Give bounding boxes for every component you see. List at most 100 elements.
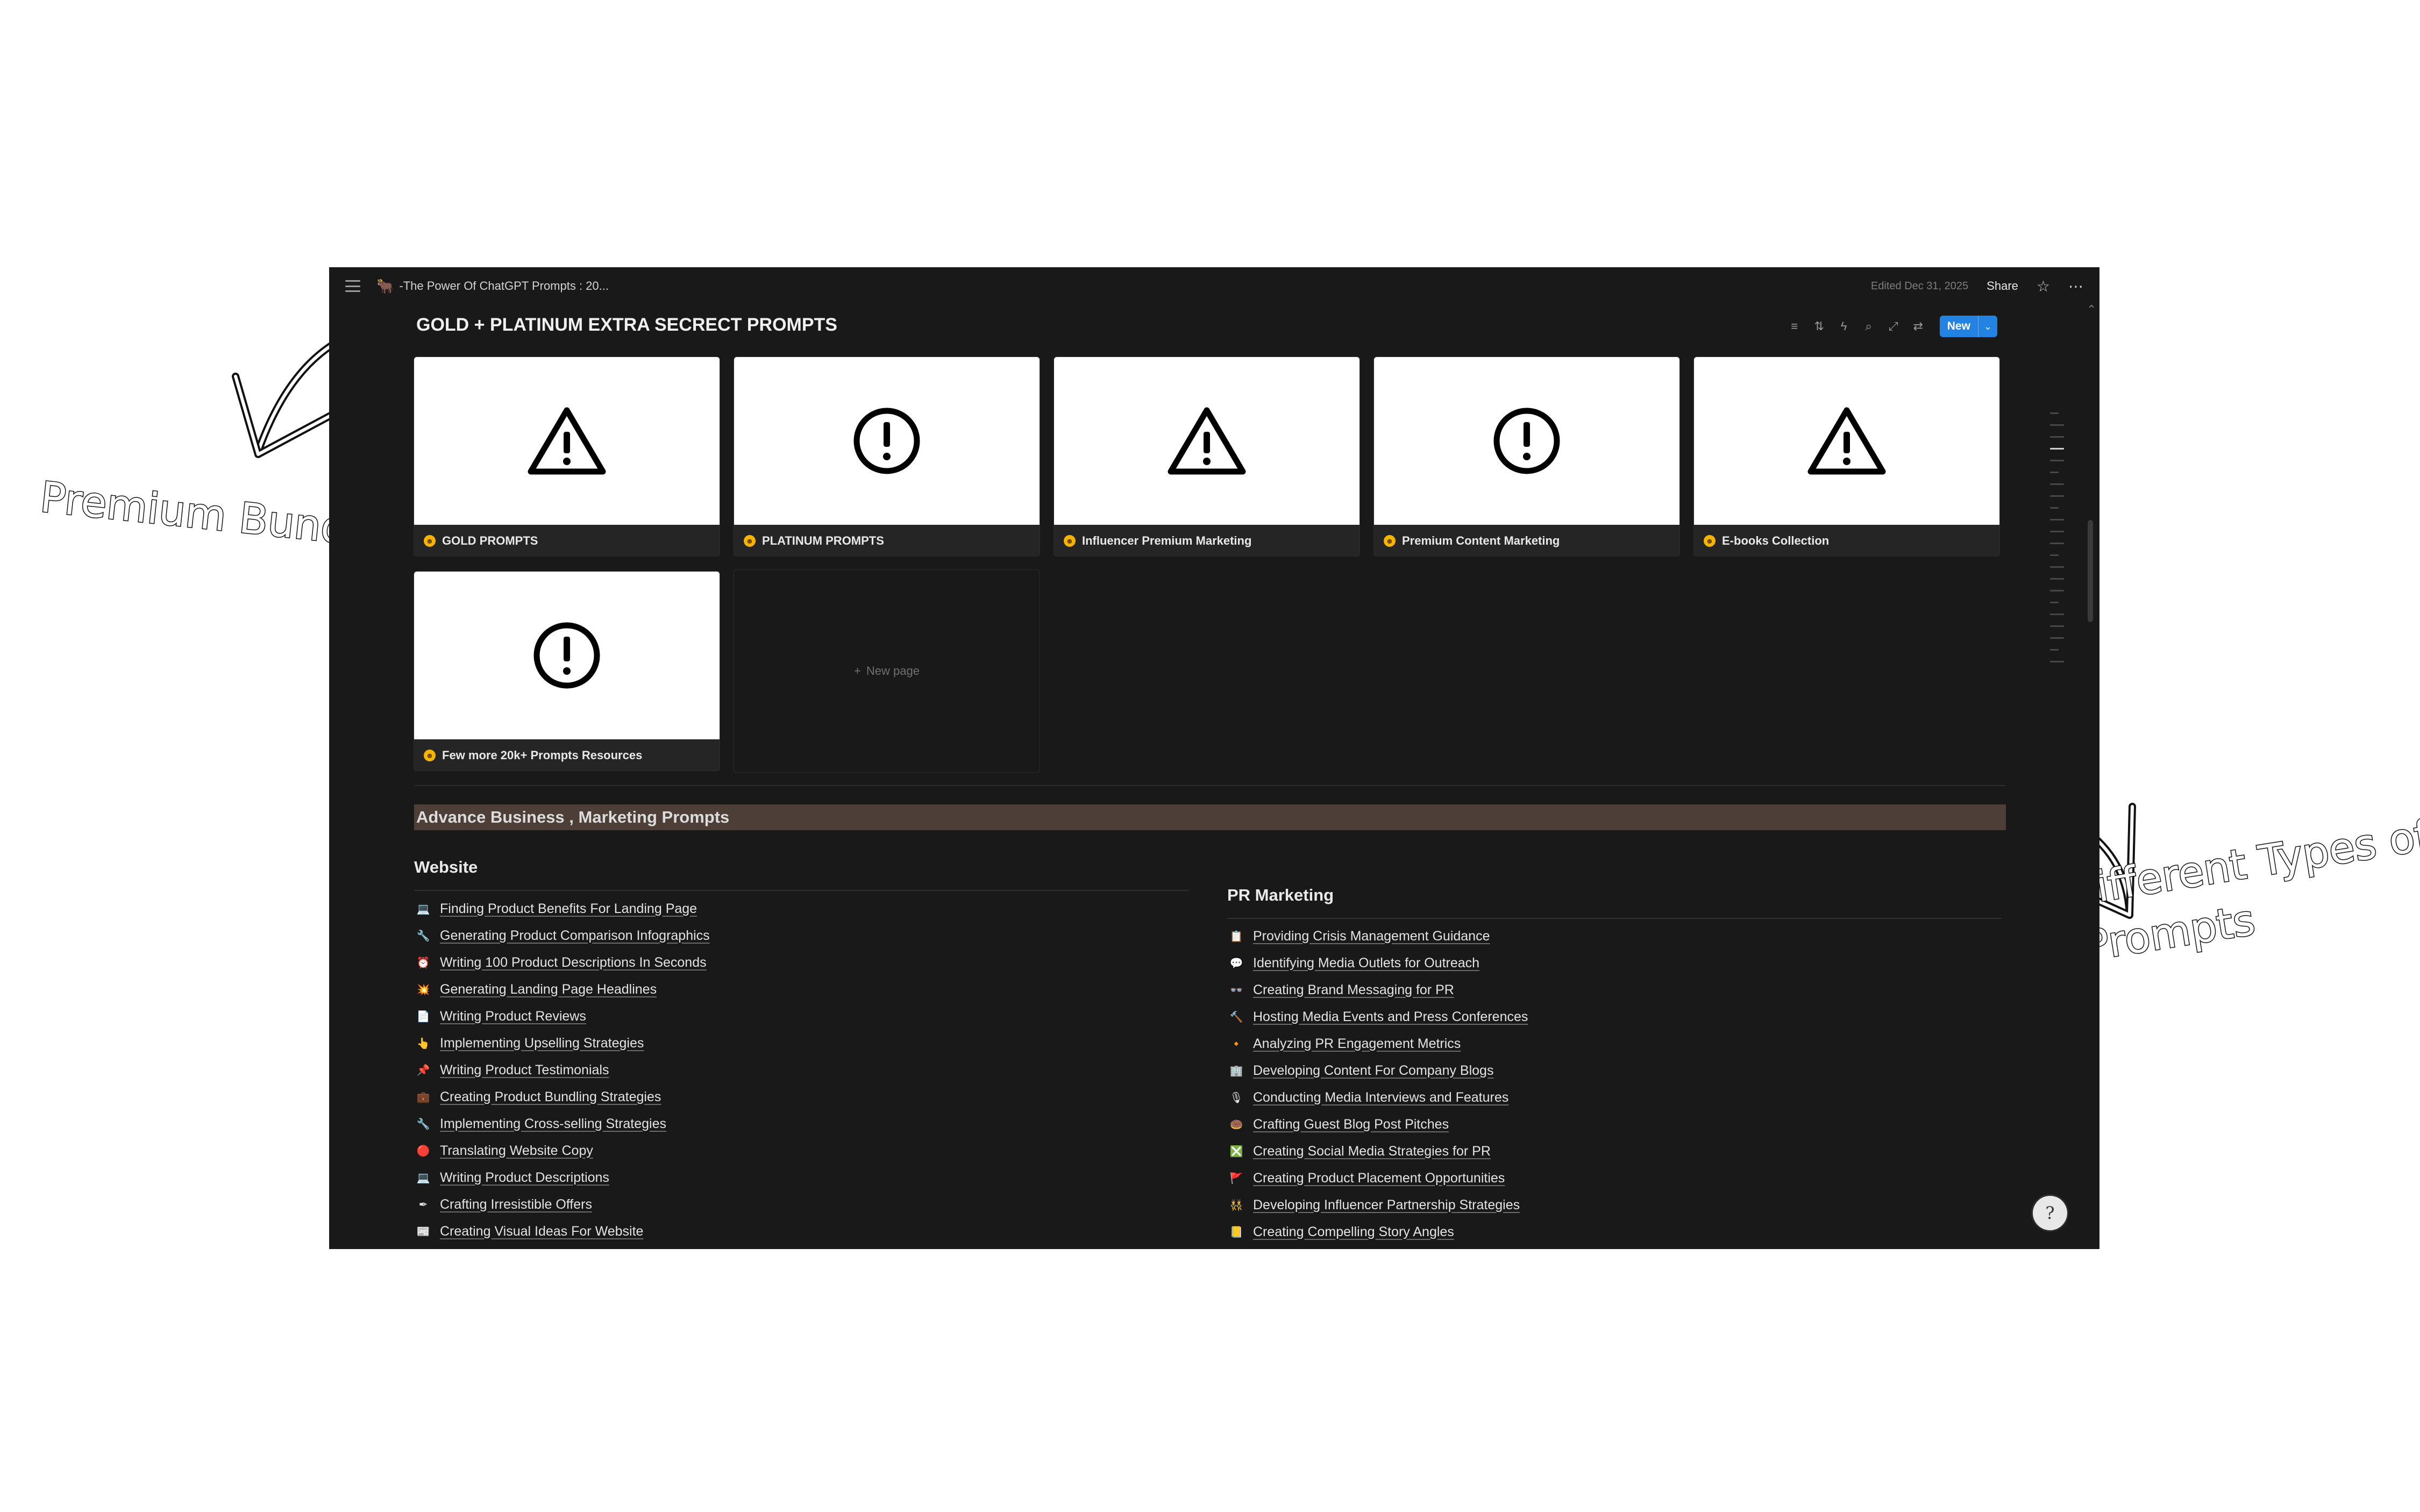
emoji-icon: ☻ [1064, 535, 1076, 547]
item-label[interactable]: Creating Brand Messaging for PR [1253, 982, 1454, 998]
card-cover [734, 357, 1040, 525]
gallery-card-gold-prompts[interactable]: ☻ GOLD PROMPTS [414, 356, 720, 557]
item-icon: 📰 [416, 1225, 430, 1238]
list-item[interactable]: 🔴 Translating Website Copy [416, 1137, 710, 1164]
item-label[interactable]: Generating Product Comparison Infographi… [440, 928, 710, 944]
item-icon: 🚩 [1229, 1172, 1243, 1185]
item-label[interactable]: Developing Content For Company Blogs [1253, 1063, 1493, 1079]
list-item[interactable]: 👓 Creating Brand Messaging for PR [1229, 976, 1528, 1003]
item-label[interactable]: Creating Product Bundling Strategies [440, 1089, 661, 1105]
list-item[interactable]: ✒ Crafting Irresistible Offers [416, 1191, 710, 1218]
item-label[interactable]: Crafting Irresistible Offers [440, 1197, 592, 1213]
item-label[interactable]: Conducting Media Interviews and Features [1253, 1090, 1508, 1106]
item-label[interactable]: Writing Product Reviews [440, 1009, 586, 1024]
page-outline[interactable] [2050, 412, 2064, 673]
item-label[interactable]: Providing Crisis Management Guidance [1253, 929, 1490, 944]
website-list: 💻 Finding Product Benefits For Landing Pa… [416, 895, 710, 1245]
card-title: Influencer Premium Marketing [1082, 534, 1252, 547]
list-item[interactable]: 🎙 Conducting Media Interviews and Feature… [1229, 1084, 1528, 1111]
gallery-card-influencer-premium-marketing[interactable]: ☻ Influencer Premium Marketing [1054, 356, 1360, 557]
item-label[interactable]: Creating Social Media Strategies for PR [1253, 1144, 1491, 1159]
more-icon[interactable]: ⋯ [2068, 277, 2083, 295]
star-icon[interactable]: ☆ [2037, 277, 2050, 295]
list-item[interactable]: 📰 Creating Visual Ideas For Website [416, 1218, 710, 1245]
pr-marketing-list: 📋 Providing Crisis Management Guidance 💬 I… [1229, 923, 1528, 1245]
item-label[interactable]: Identifying Media Outlets for Outreach [1253, 955, 1479, 971]
list-item[interactable]: 💻 Finding Product Benefits For Landing Pa… [416, 895, 710, 922]
item-label[interactable]: Creating Product Placement Opportunities [1253, 1171, 1505, 1186]
list-item[interactable]: 🚩 Creating Product Placement Opportunitie… [1229, 1165, 1528, 1192]
item-label[interactable]: Creating Visual Ideas For Website [440, 1224, 643, 1239]
alert-circle-icon [853, 408, 920, 474]
list-item[interactable]: 🔸 Analyzing PR Engagement Metrics [1229, 1030, 1528, 1057]
item-label[interactable]: Writing Product Descriptions [440, 1170, 609, 1186]
card-cover [1374, 357, 1679, 525]
list-item[interactable]: 👆 Implementing Upselling Strategies [416, 1030, 710, 1057]
list-item[interactable]: 💼 Creating Product Bundling Strategies [416, 1083, 710, 1110]
item-label[interactable]: Translating Website Copy [440, 1143, 593, 1159]
list-item[interactable]: 🍩 Crafting Guest Blog Post Pitches [1229, 1111, 1528, 1138]
chevron-up-icon[interactable]: ⌃ [2087, 303, 2096, 317]
settings-icon[interactable]: ⇄ [1912, 319, 1925, 333]
list-item[interactable]: 📒 Creating Compelling Story Angles [1229, 1218, 1528, 1245]
item-icon: 💻 [416, 1172, 430, 1184]
automation-icon[interactable]: ϟ [1838, 319, 1850, 333]
database-title[interactable]: GOLD + PLATINUM EXTRA SECRECT PROMPTS [416, 315, 837, 336]
expand-icon[interactable]: ⤢ [1887, 319, 1900, 333]
list-item[interactable]: 👯 Developing Influencer Partnership Strat… [1229, 1192, 1528, 1218]
list-item[interactable]: 📋 Providing Crisis Management Guidance [1229, 923, 1528, 950]
gallery-card-platinum-prompts[interactable]: ☻ PLATINUM PROMPTS [734, 356, 1040, 557]
list-item[interactable]: ❎ Creating Social Media Strategies for PR [1229, 1138, 1528, 1165]
list-item[interactable]: 💬 Identifying Media Outlets for Outreach [1229, 950, 1528, 976]
item-label[interactable]: Writing Product Testimonials [440, 1062, 609, 1078]
item-label[interactable]: Developing Influencer Partnership Strate… [1253, 1197, 1520, 1213]
filter-icon[interactable]: ≡ [1788, 319, 1801, 333]
item-label[interactable]: Finding Product Benefits For Landing Pag… [440, 901, 697, 917]
website-heading-rule [414, 890, 1188, 891]
item-label[interactable]: Creating Compelling Story Angles [1253, 1224, 1454, 1240]
gallery-card-premium-content-marketing[interactable]: ☻ Premium Content Marketing [1373, 356, 1680, 557]
item-label[interactable]: Crafting Guest Blog Post Pitches [1253, 1117, 1449, 1132]
alert-circle-icon [1493, 408, 1560, 474]
item-label[interactable]: Analyzing PR Engagement Metrics [1253, 1036, 1461, 1052]
chevron-down-icon[interactable]: ⌄ [1977, 316, 1997, 337]
card-caption: ☻ PLATINUM PROMPTS [734, 525, 1040, 556]
list-item[interactable]: 💻 Writing Product Descriptions [416, 1164, 710, 1191]
item-icon: 📄 [416, 1010, 430, 1023]
warning-icon [1168, 407, 1246, 475]
item-label[interactable]: Implementing Cross-selling Strategies [440, 1116, 666, 1132]
list-item[interactable]: 📄 Writing Product Reviews [416, 1003, 710, 1030]
menu-icon[interactable] [345, 280, 360, 292]
item-icon: 🔸 [1229, 1038, 1243, 1050]
item-label[interactable]: Writing 100 Product Descriptions In Seco… [440, 955, 707, 971]
new-button[interactable]: New ⌄ [1939, 316, 1997, 337]
breadcrumb[interactable]: -The Power Of ChatGPT Prompts : 20... [399, 279, 609, 293]
list-item[interactable]: 📌 Writing Product Testimonials [416, 1057, 710, 1083]
share-button[interactable]: Share [1987, 279, 2018, 293]
gallery-card-ebooks-collection[interactable]: ☻ E-books Collection [1693, 356, 2000, 557]
alert-circle-icon [533, 622, 600, 689]
scrollbar[interactable] [2088, 520, 2093, 622]
list-item[interactable]: 🏢 Developing Content For Company Blogs [1229, 1057, 1528, 1084]
gallery-card-more-prompts-resources[interactable]: ☻ Few more 20k+ Prompts Resources [414, 571, 720, 771]
sort-icon[interactable]: ⇅ [1813, 319, 1826, 333]
list-item[interactable]: 🔨 Hosting Media Events and Press Conferen… [1229, 1003, 1528, 1030]
search-icon[interactable]: ⌕ [1862, 319, 1875, 333]
list-item[interactable]: 🔧 Generating Product Comparison Infograph… [416, 922, 710, 949]
item-label[interactable]: Generating Landing Page Headlines [440, 982, 657, 997]
list-item[interactable]: 💥 Generating Landing Page Headlines [416, 976, 710, 1003]
item-icon: 👆 [416, 1037, 430, 1050]
item-icon: 📋 [1229, 930, 1243, 943]
card-title: Few more 20k+ Prompts Resources [442, 748, 643, 762]
item-label[interactable]: Implementing Upselling Strategies [440, 1036, 644, 1051]
list-item[interactable]: ⏰ Writing 100 Product Descriptions In Sec… [416, 949, 710, 976]
card-cover [1694, 357, 1999, 525]
item-label[interactable]: Hosting Media Events and Press Conferenc… [1253, 1009, 1528, 1025]
item-icon: 🔨 [1229, 1011, 1243, 1023]
emoji-icon: ☻ [1704, 535, 1716, 547]
notion-ai-icon[interactable]: ? [2033, 1196, 2067, 1230]
list-item[interactable]: 🔧 Implementing Cross-selling Strategies [416, 1110, 710, 1137]
new-button-label[interactable]: New [1940, 316, 1978, 337]
item-icon: ❎ [1229, 1145, 1243, 1158]
new-page-card[interactable]: + New page [734, 569, 1040, 773]
